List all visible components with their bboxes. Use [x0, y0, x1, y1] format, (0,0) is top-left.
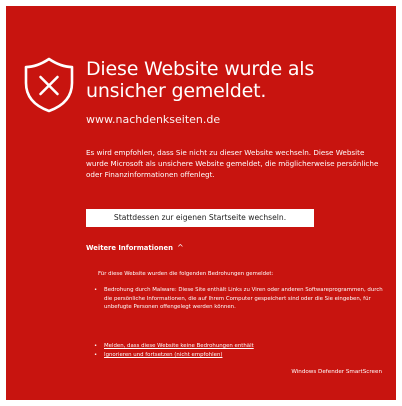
chevron-up-icon: ^	[176, 243, 184, 252]
warning-title: Diese Website wurde als unsicher gemelde…	[86, 58, 315, 102]
threats-intro: Für diese Website wurden die folgenden B…	[98, 271, 274, 277]
threat-text: Bedrohung durch Malware: Diese Site enth…	[104, 287, 383, 311]
more-info-label: Weitere Informationen	[86, 244, 173, 252]
site-url: www.nachdenkseiten.de	[86, 113, 221, 126]
action-links: • Melden, dass diese Website keine Bedro…	[94, 342, 386, 360]
shield-x-icon	[24, 57, 74, 113]
smartscreen-warning-page: Diese Website wurde als unsicher gemelde…	[6, 6, 396, 400]
bullet-icon: •	[94, 352, 98, 358]
warning-description: Es wird empfohlen, dass Sie nicht zu die…	[86, 148, 379, 179]
ignore-continue-link[interactable]: Ignorieren und fortsetzen (nicht empfohl…	[104, 351, 222, 360]
report-safe-link[interactable]: Melden, dass diese Website keine Bedrohu…	[104, 342, 254, 351]
more-info-toggle[interactable]: Weitere Informationen ^	[86, 243, 184, 253]
bullet-icon: •	[94, 343, 98, 349]
smartscreen-brand: Windows Defender SmartScreen	[291, 369, 382, 375]
bullet-icon: •	[94, 287, 98, 293]
threat-item: • Bedrohung durch Malware: Diese Site en…	[94, 286, 386, 312]
go-to-start-page-button[interactable]: Stattdessen zur eigenen Startseite wechs…	[86, 209, 314, 227]
